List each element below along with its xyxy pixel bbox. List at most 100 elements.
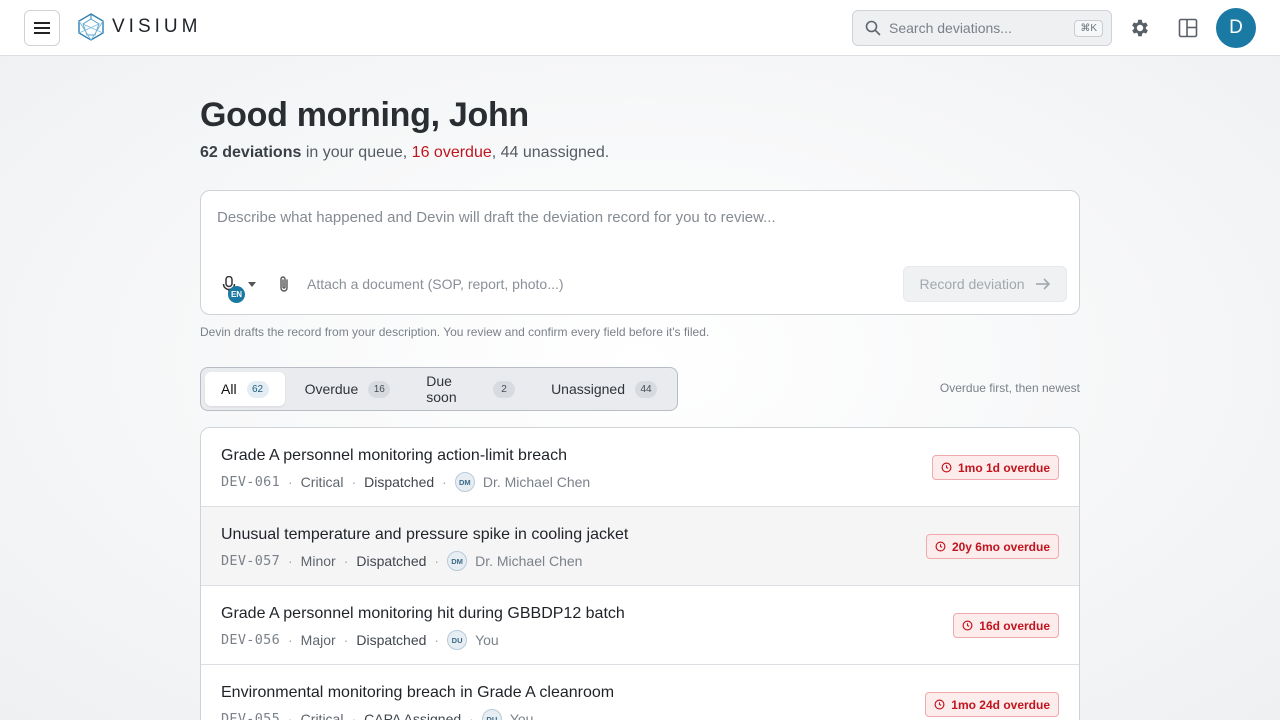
deviation-row[interactable]: Grade A personnel monitoring hit during … bbox=[201, 586, 1079, 665]
top-bar: VISIUM ⌘K D bbox=[0, 0, 1280, 56]
tab-count-badge: 16 bbox=[368, 380, 391, 398]
deviation-list: Grade A personnel monitoring action-limi… bbox=[200, 427, 1080, 720]
assignee-name: You bbox=[475, 632, 499, 648]
hamburger-icon bbox=[34, 22, 50, 34]
tab-count-badge: 44 bbox=[635, 380, 657, 398]
separator-dot: · bbox=[343, 553, 349, 569]
overdue-text: 1mo 24d overdue bbox=[951, 697, 1050, 712]
assignee-name: You bbox=[509, 711, 534, 720]
assignee-name: Dr. Michael Chen bbox=[475, 553, 583, 569]
clock-icon bbox=[934, 699, 945, 710]
separator-dot: · bbox=[343, 632, 349, 648]
page-title: Good morning, John bbox=[200, 96, 529, 134]
separator-dot: · bbox=[434, 553, 440, 569]
status: Dispatched bbox=[364, 474, 435, 490]
tab-label: Overdue bbox=[304, 381, 359, 397]
overdue-text: 20y 6mo overdue bbox=[951, 539, 1050, 554]
brand-logo[interactable]: VISIUM bbox=[78, 13, 201, 41]
status: Dispatched bbox=[356, 632, 427, 648]
severity: Critical bbox=[300, 711, 344, 720]
summary-count: 62 deviations bbox=[200, 144, 302, 161]
separator-dot: · bbox=[351, 711, 357, 720]
overdue-badge: 16d overdue bbox=[953, 613, 1059, 638]
deviation-meta: DEV-061 · Critical · Dispatched · DM Dr.… bbox=[221, 472, 590, 492]
tab-unassigned[interactable]: Unassigned 44 bbox=[535, 372, 673, 406]
assignee-avatar: DU bbox=[481, 709, 502, 720]
tab-count-badge: 2 bbox=[493, 380, 516, 398]
separator-dot: · bbox=[469, 711, 474, 720]
record-deviation-button[interactable]: Record deviation bbox=[903, 266, 1067, 302]
deviation-composer: EN Attach a document (SOP, report, photo… bbox=[200, 190, 1080, 315]
separator-dot: · bbox=[288, 474, 293, 490]
search-input[interactable] bbox=[889, 20, 1075, 36]
deviation-row[interactable]: Unusual temperature and pressure spike i… bbox=[201, 507, 1079, 586]
caret-down-icon bbox=[248, 282, 256, 287]
tab-label: Unassigned bbox=[551, 381, 625, 397]
clock-icon bbox=[935, 541, 946, 552]
assignee-avatar: DM bbox=[454, 472, 475, 492]
tab-overdue[interactable]: Overdue 16 bbox=[289, 372, 407, 406]
status: CAPA Assigned bbox=[364, 711, 462, 720]
separator-dot: · bbox=[288, 632, 293, 648]
filter-tabs: All 62 Overdue 16 Due soon 2 Unassigned … bbox=[200, 367, 678, 411]
tab-label: All bbox=[221, 381, 237, 397]
sort-note: Overdue first, then newest bbox=[939, 381, 1080, 395]
tab-count-badge: 62 bbox=[246, 380, 269, 398]
assignee-avatar: DM bbox=[447, 551, 468, 571]
brand-name: VISIUM bbox=[112, 16, 202, 37]
tab-all[interactable]: All 62 bbox=[205, 372, 285, 406]
severity: Minor bbox=[300, 553, 336, 569]
summary-text-2: , 44 unassigned. bbox=[491, 144, 610, 161]
deviation-id: DEV-055 bbox=[221, 711, 280, 720]
voice-input-button[interactable]: EN bbox=[219, 273, 259, 303]
deviation-meta: DEV-057 · Minor · Dispatched · DM Dr. Mi… bbox=[221, 551, 582, 571]
deviation-id: DEV-061 bbox=[221, 474, 280, 490]
attach-document-link[interactable]: Attach a document (SOP, report, photo...… bbox=[307, 276, 564, 292]
tab-due-soon[interactable]: Due soon 2 bbox=[410, 372, 531, 406]
deviation-id: DEV-057 bbox=[221, 553, 280, 569]
search-icon bbox=[865, 20, 881, 36]
overdue-text: 16d overdue bbox=[979, 618, 1050, 633]
tab-label: Due soon bbox=[426, 373, 457, 405]
gear-icon bbox=[1132, 19, 1148, 37]
deviation-title: Environmental monitoring breach in Grade… bbox=[221, 684, 615, 701]
language-badge: EN bbox=[228, 286, 245, 303]
separator-dot: · bbox=[351, 474, 357, 490]
layout-toggle-button[interactable] bbox=[1174, 14, 1202, 42]
deviation-title: Grade A personnel monitoring action-limi… bbox=[221, 447, 567, 464]
paperclip-icon[interactable] bbox=[277, 275, 291, 293]
visium-logo-icon bbox=[78, 13, 104, 41]
menu-button[interactable] bbox=[24, 10, 60, 46]
severity: Major bbox=[300, 632, 336, 648]
assignee-avatar: DU bbox=[447, 630, 468, 650]
deviation-id: DEV-056 bbox=[221, 632, 280, 648]
severity: Critical bbox=[300, 474, 344, 490]
separator-dot: · bbox=[288, 553, 293, 569]
composer-hint: Devin drafts the record from your descri… bbox=[200, 325, 710, 339]
settings-button[interactable] bbox=[1126, 14, 1154, 42]
overdue-badge: 1mo 1d overdue bbox=[931, 455, 1059, 480]
deviation-title: Unusual temperature and pressure spike i… bbox=[221, 526, 629, 543]
overdue-badge: 1mo 24d overdue bbox=[925, 692, 1059, 717]
deviation-meta: DEV-055 · Critical · CAPA Assigned · DU … bbox=[221, 709, 533, 720]
deviation-row[interactable]: Grade A personnel monitoring action-limi… bbox=[201, 428, 1079, 507]
search-box[interactable]: ⌘K bbox=[852, 10, 1112, 46]
search-shortcut-badge: ⌘K bbox=[1074, 19, 1103, 37]
clock-icon bbox=[962, 620, 973, 631]
deviation-title: Grade A personnel monitoring hit during … bbox=[221, 605, 625, 622]
overdue-text: 1mo 1d overdue bbox=[957, 460, 1050, 475]
deviation-row[interactable]: Environmental monitoring breach in Grade… bbox=[201, 665, 1079, 720]
clock-icon bbox=[941, 462, 952, 473]
assignee-name: Dr. Michael Chen bbox=[482, 474, 591, 490]
user-avatar[interactable]: D bbox=[1216, 8, 1256, 48]
overdue-badge: 20y 6mo overdue bbox=[925, 534, 1059, 559]
layout-panel-icon bbox=[1178, 18, 1198, 38]
status: Dispatched bbox=[356, 553, 427, 569]
queue-summary: 62 deviations in your queue, 16 overdue,… bbox=[200, 144, 609, 162]
deviation-meta: DEV-056 · Major · Dispatched · DU You bbox=[221, 630, 499, 650]
record-deviation-label: Record deviation bbox=[919, 276, 1025, 292]
arrow-right-icon bbox=[1035, 278, 1050, 290]
deviation-description-input[interactable] bbox=[217, 209, 1057, 226]
separator-dot: · bbox=[288, 711, 293, 720]
summary-text-1: in your queue, bbox=[301, 144, 412, 161]
